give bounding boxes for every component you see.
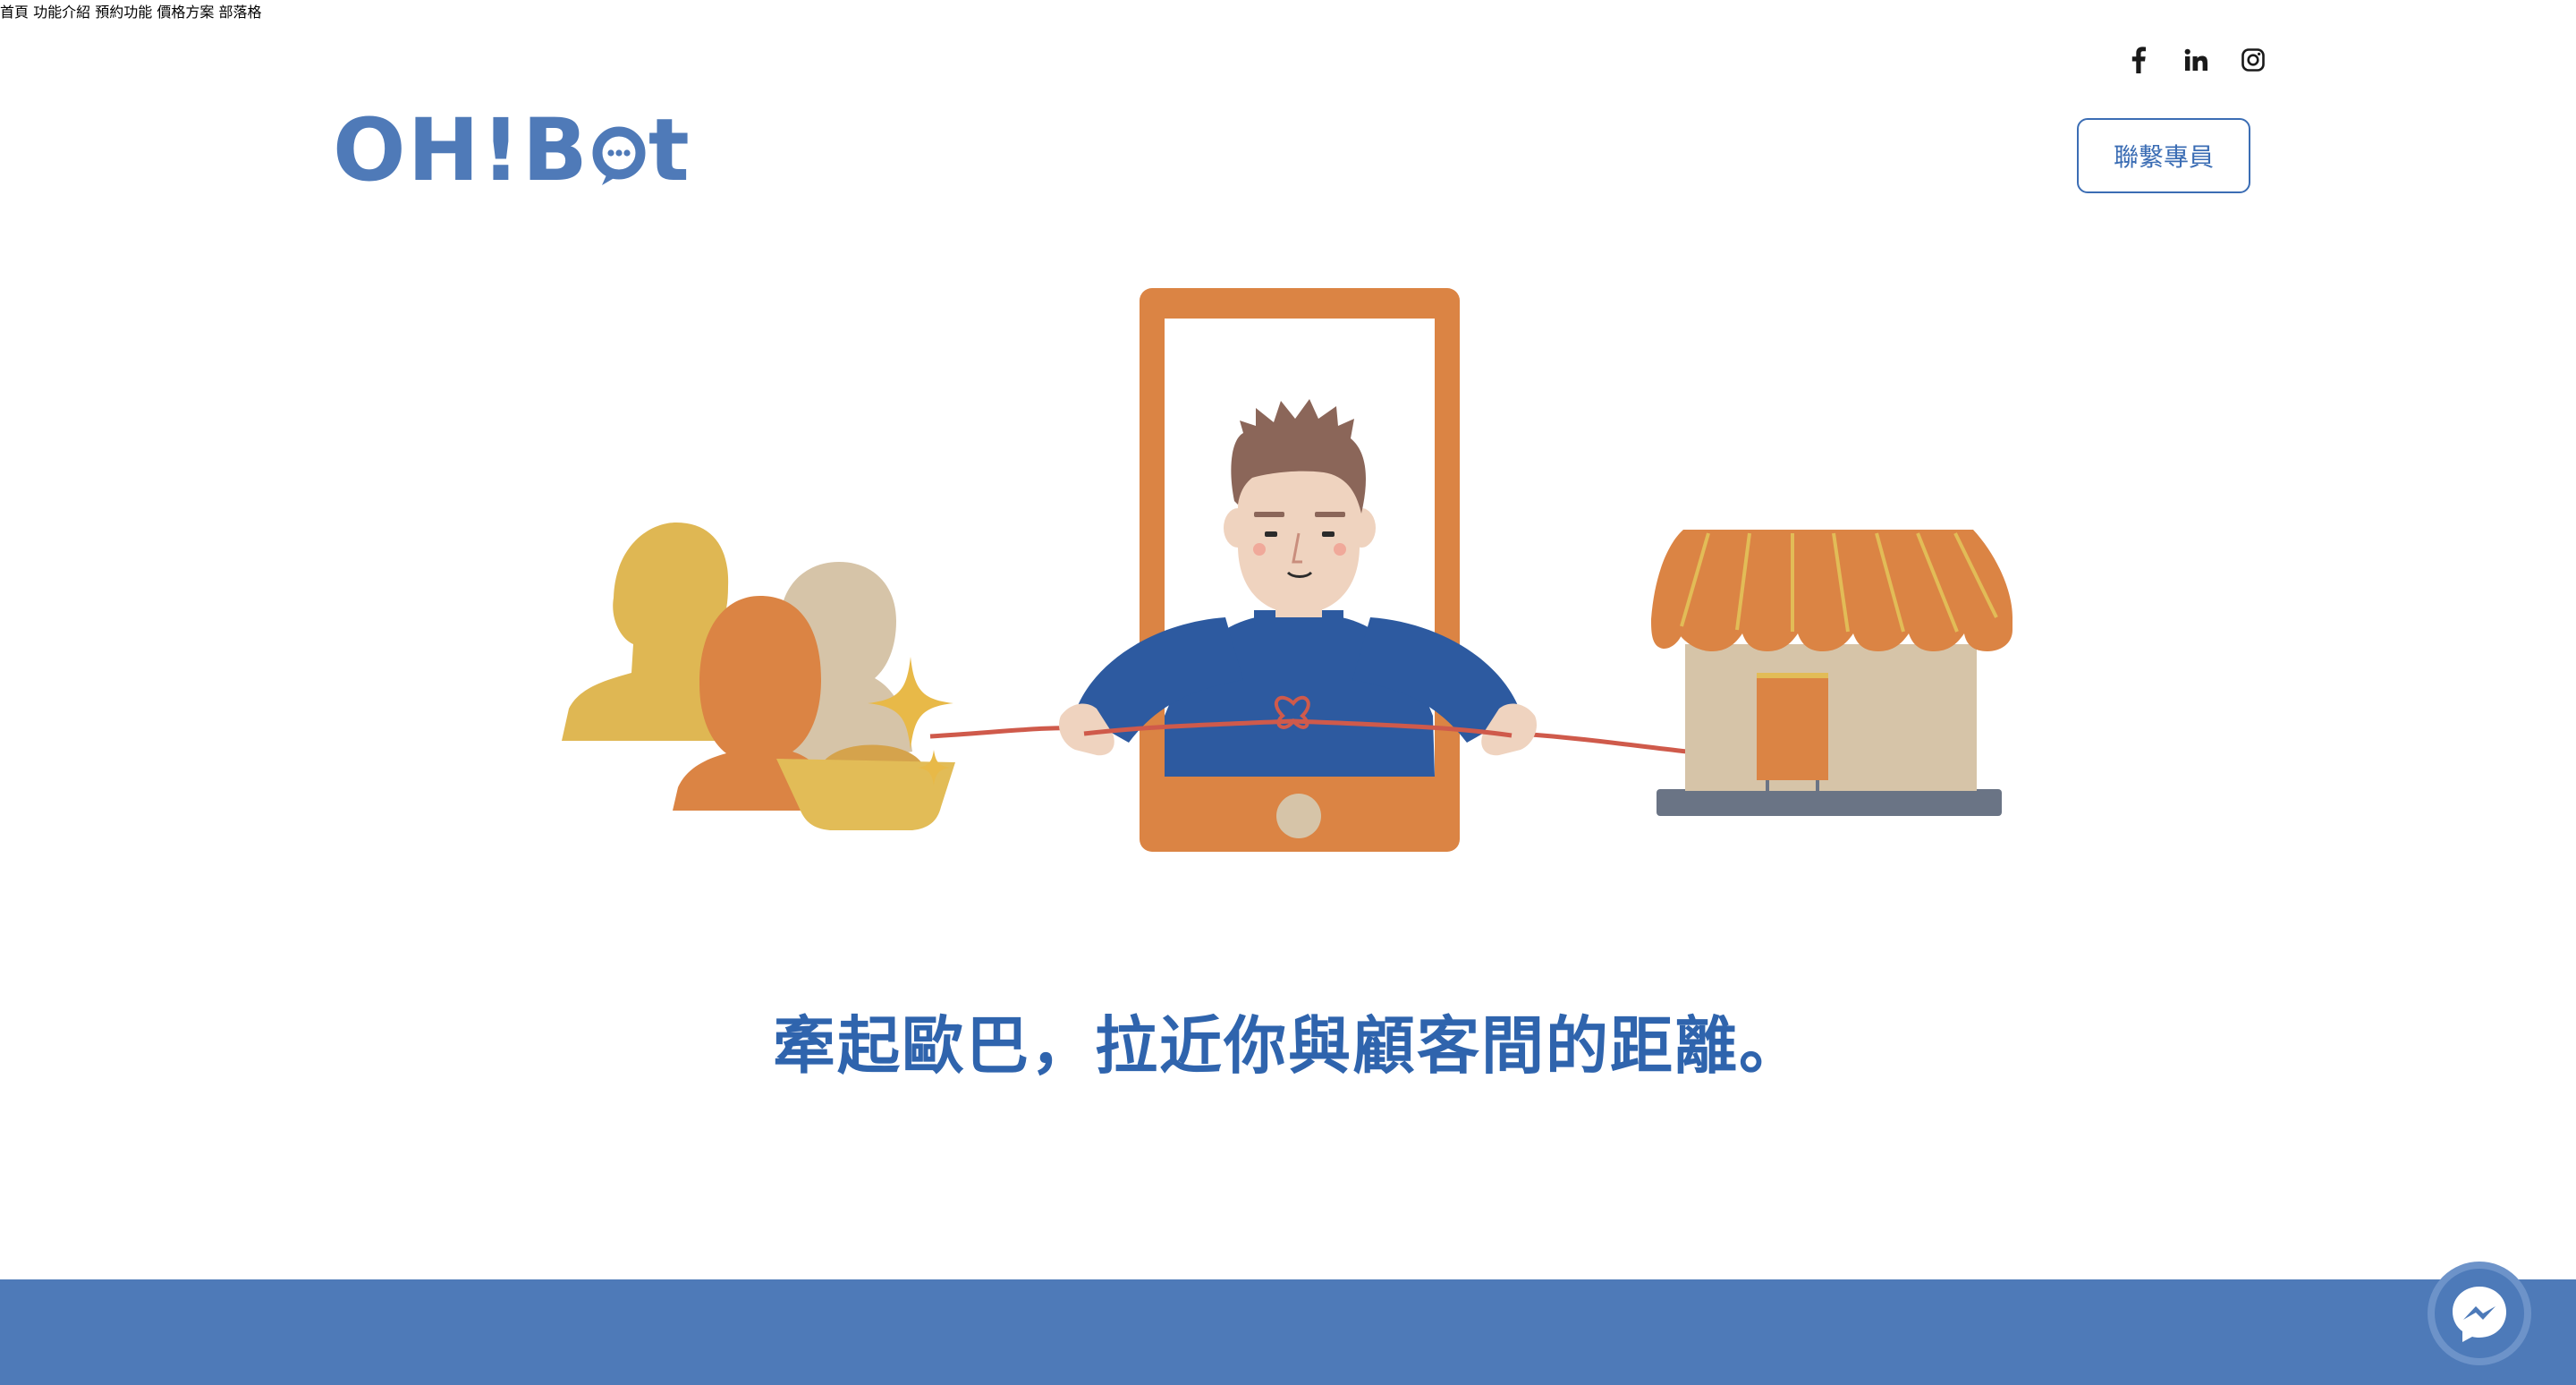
nav-home[interactable]: 首頁	[0, 4, 29, 21]
social-links	[2125, 47, 2267, 73]
man-illustration	[1058, 399, 1538, 777]
page: OH!B t 首頁 功能介紹 預約功能 價格方案 部落格 聯繫專員 牽起歐巴，拉…	[0, 0, 2576, 1385]
nav-booking[interactable]: 預約功能	[95, 4, 152, 21]
logo[interactable]: OH!B t	[333, 106, 691, 195]
logo-text-right: t	[648, 100, 691, 200]
hero-illustration	[562, 288, 2012, 852]
instagram-icon[interactable]	[2240, 47, 2267, 73]
chat-bubble-icon	[591, 112, 647, 189]
nav-blog[interactable]: 部落格	[218, 4, 261, 21]
red-string-right	[1520, 731, 1688, 754]
section-band	[0, 1279, 2576, 1385]
messenger-icon[interactable]	[2428, 1262, 2531, 1365]
contact-button[interactable]: 聯繫專員	[2077, 118, 2250, 193]
customers-group	[562, 523, 955, 830]
shop-illustration	[1651, 530, 2012, 816]
linkedin-icon[interactable]	[2182, 47, 2209, 73]
facebook-icon[interactable]	[2125, 47, 2152, 73]
nav-features[interactable]: 功能介紹	[33, 4, 90, 21]
logo-text-left: OH!B	[333, 100, 589, 200]
nav-pricing[interactable]: 價格方案	[157, 4, 214, 21]
hero-tagline: 牽起歐巴，拉近你與顧客間的距離。	[773, 1009, 1803, 1083]
main-nav: 首頁 功能介紹 預約功能 價格方案 部落格	[0, 0, 2576, 21]
